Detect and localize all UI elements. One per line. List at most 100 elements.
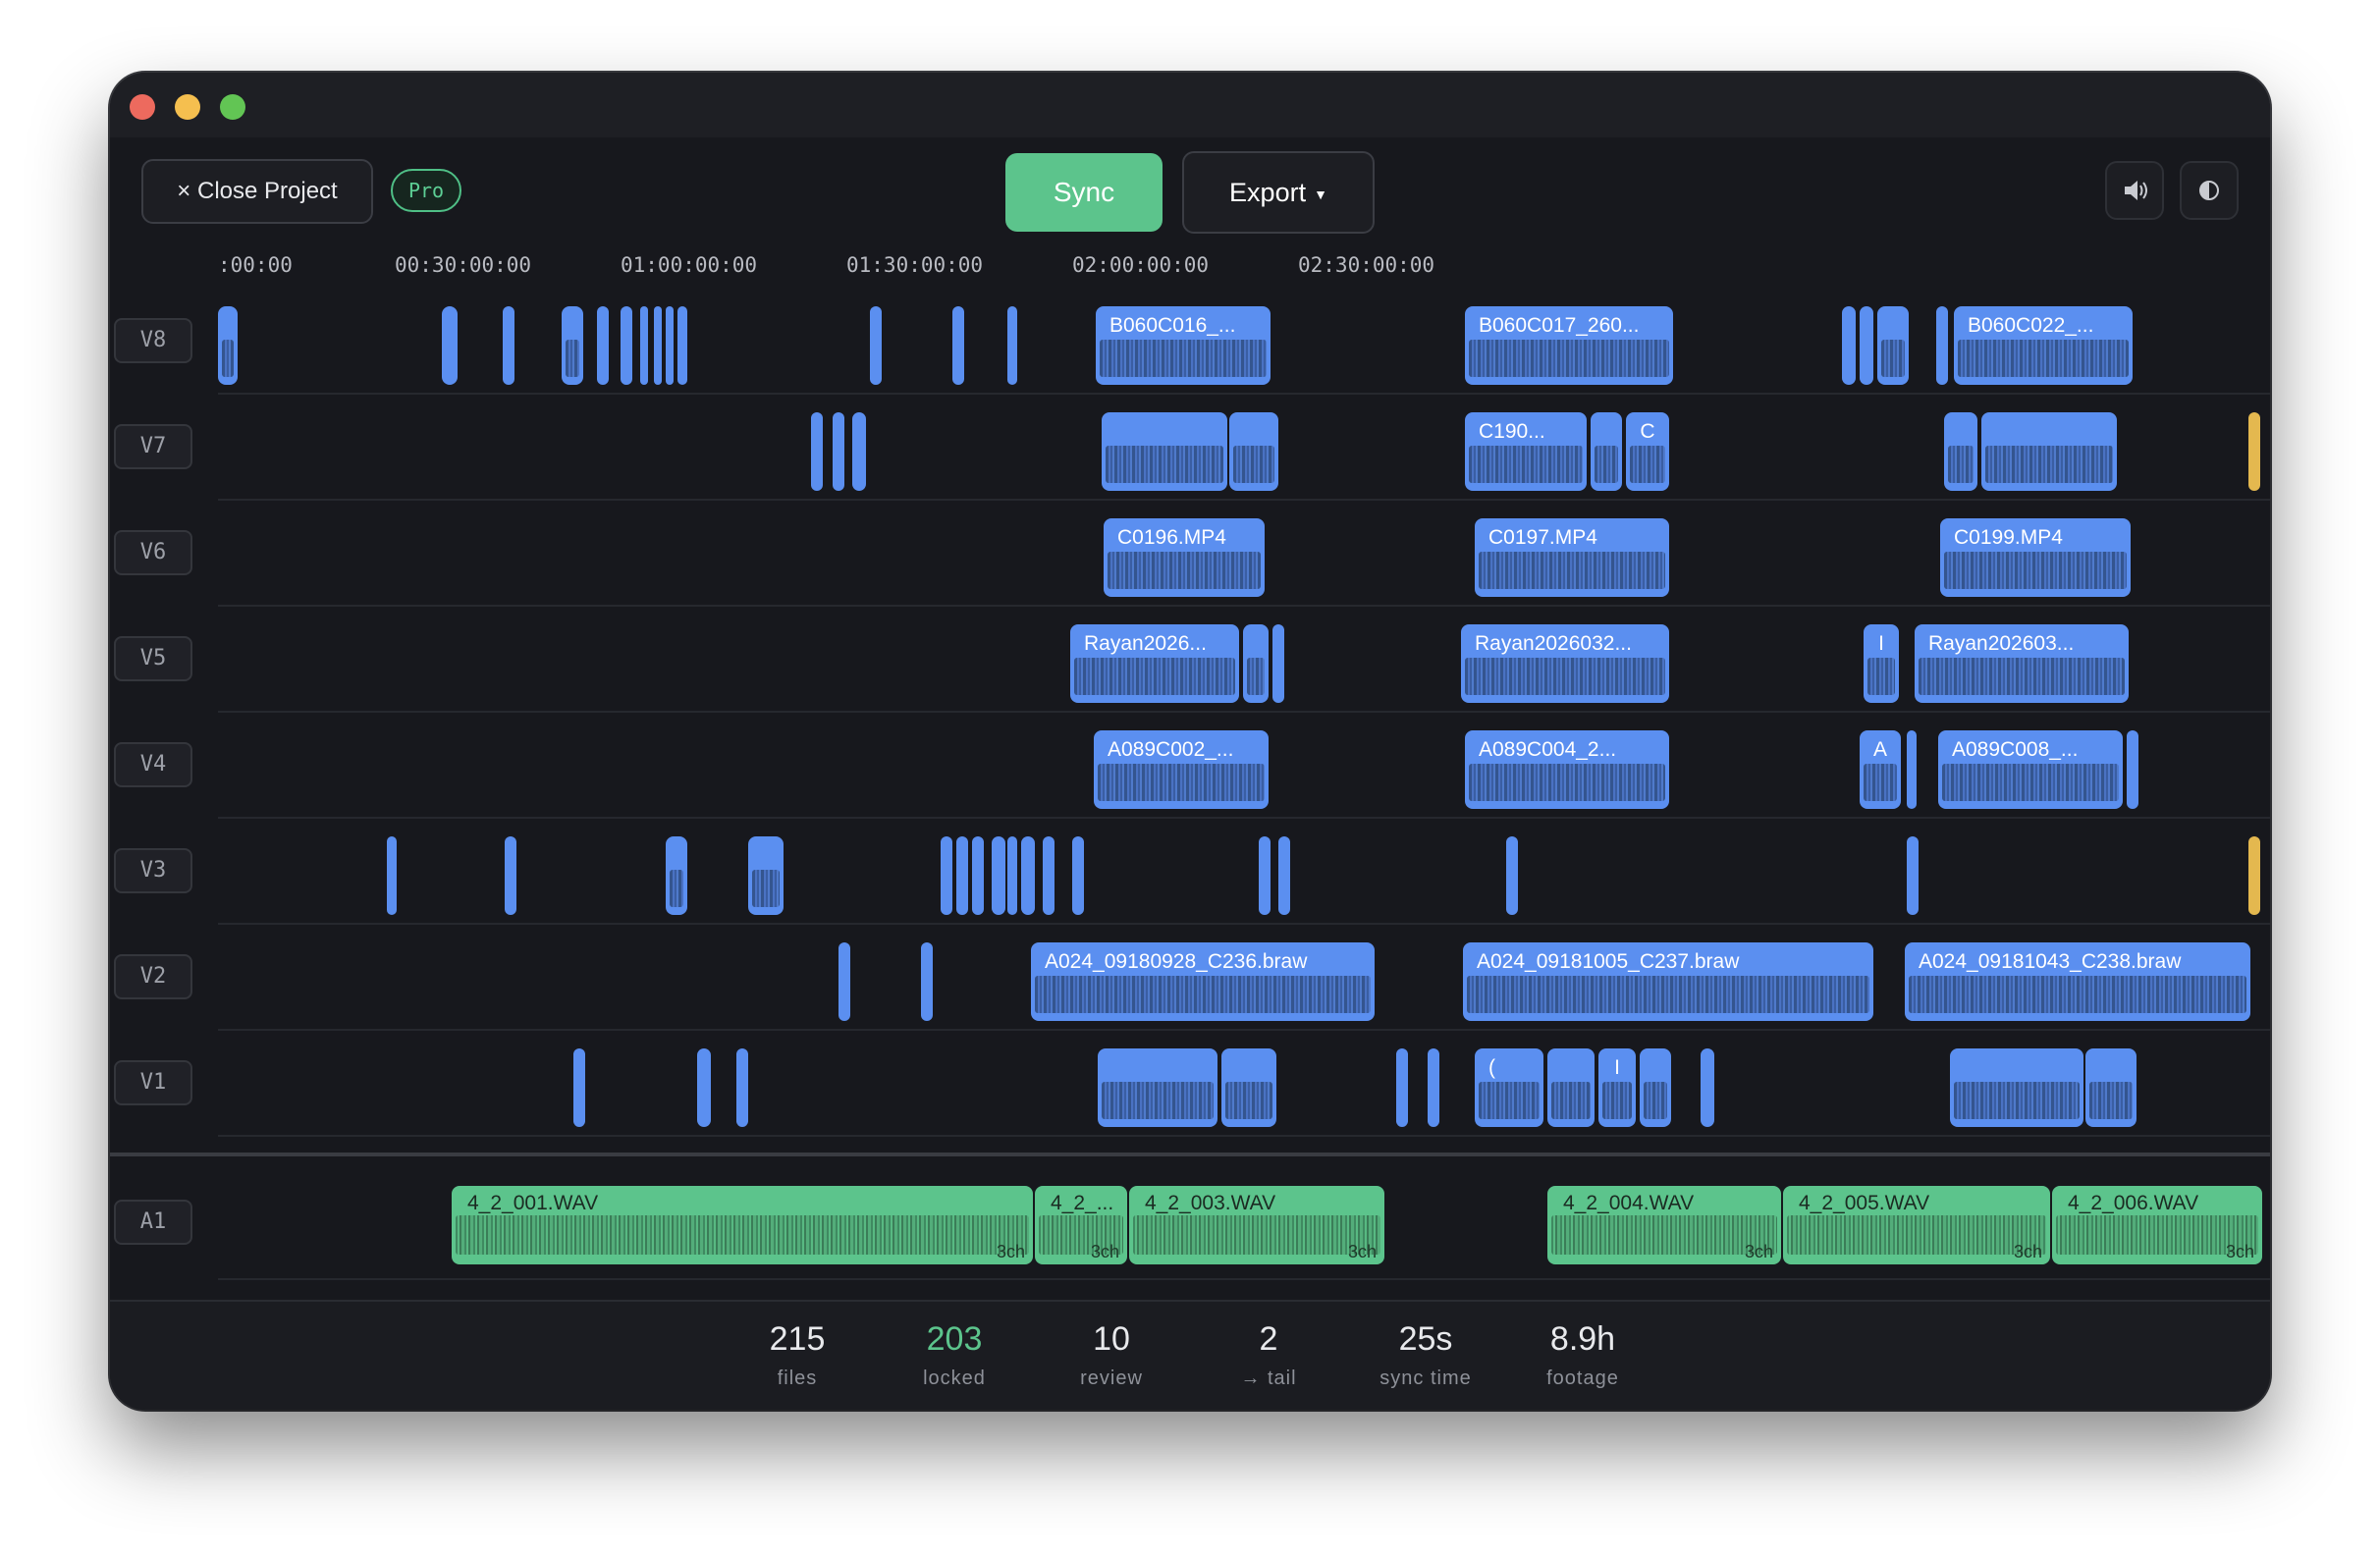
track-label[interactable]: V8 — [114, 318, 192, 363]
video-clip[interactable] — [1243, 624, 1269, 703]
audio-clip[interactable]: 4_2_004.WAV 3ch — [1547, 1186, 1781, 1264]
video-clip[interactable]: B060C017_260... — [1465, 306, 1673, 385]
audio-clip[interactable]: 4_2_005.WAV 3ch — [1783, 1186, 2050, 1264]
video-clip[interactable] — [1640, 1048, 1671, 1127]
video-clip[interactable]: A089C004_2... — [1465, 730, 1669, 809]
video-clip[interactable]: Rayan2026... — [1070, 624, 1239, 703]
video-clip[interactable] — [1547, 1048, 1595, 1127]
video-clip[interactable] — [503, 306, 514, 385]
video-clip[interactable] — [1259, 836, 1271, 915]
video-clip[interactable] — [1591, 412, 1622, 491]
audio-clip[interactable]: 4_2_006.WAV 3ch — [2052, 1186, 2262, 1264]
video-clip[interactable] — [677, 306, 687, 385]
video-clip[interactable] — [811, 412, 823, 491]
video-clip[interactable] — [573, 1048, 585, 1127]
track-label[interactable]: V4 — [114, 742, 192, 787]
video-clip[interactable]: B060C022_... — [1954, 306, 2133, 385]
video-clip[interactable] — [666, 306, 674, 385]
video-clip[interactable] — [748, 836, 784, 915]
video-clip[interactable] — [1860, 306, 1873, 385]
audio-clip[interactable]: 4_2_... 3ch — [1035, 1186, 1127, 1264]
video-clip[interactable] — [1102, 412, 1227, 491]
video-clip[interactable] — [1701, 1048, 1714, 1127]
video-clip[interactable] — [1428, 1048, 1439, 1127]
video-clip[interactable] — [1950, 1048, 2083, 1127]
track-label[interactable]: V6 — [114, 530, 192, 575]
video-clip[interactable] — [956, 836, 968, 915]
video-clip[interactable] — [921, 942, 933, 1021]
video-clip[interactable] — [1007, 836, 1017, 915]
video-clip[interactable] — [1936, 306, 1948, 385]
video-clip[interactable]: Rayan202603... — [1915, 624, 2129, 703]
video-clip[interactable] — [1278, 836, 1290, 915]
video-clip[interactable] — [1396, 1048, 1408, 1127]
video-clip[interactable] — [952, 306, 964, 385]
video-clip[interactable] — [992, 836, 1005, 915]
video-clip[interactable]: C190... — [1465, 412, 1587, 491]
track-label[interactable]: V2 — [114, 954, 192, 999]
video-clip[interactable] — [442, 306, 458, 385]
video-clip[interactable] — [654, 306, 662, 385]
video-clip[interactable]: ( — [1475, 1048, 1543, 1127]
video-clip[interactable] — [1221, 1048, 1276, 1127]
video-clip[interactable] — [597, 306, 609, 385]
close-project-button[interactable]: × Close Project — [141, 159, 373, 224]
minimize-window-button[interactable] — [175, 94, 200, 120]
video-clip[interactable] — [2248, 412, 2260, 491]
video-clip[interactable] — [2085, 1048, 2137, 1127]
timecode-ruler[interactable]: :00:00 00:30:00:00 01:00:00:00 01:30:00:00 0… — [218, 245, 2270, 285]
video-clip[interactable]: I — [1864, 624, 1899, 703]
video-clip[interactable]: C — [1626, 412, 1669, 491]
zoom-window-button[interactable] — [220, 94, 245, 120]
video-clip[interactable]: C0196.MP4 — [1104, 518, 1265, 597]
sync-button[interactable]: Sync — [1005, 153, 1163, 232]
video-clip[interactable] — [1098, 1048, 1217, 1127]
video-clip[interactable] — [1007, 306, 1017, 385]
video-clip[interactable]: C0199.MP4 — [1940, 518, 2131, 597]
video-clip[interactable]: A024_09180928_C236.braw — [1031, 942, 1375, 1021]
video-clip[interactable] — [1944, 412, 1977, 491]
video-clip[interactable] — [1981, 412, 2117, 491]
video-clip[interactable]: A089C002_... — [1094, 730, 1269, 809]
audio-clip[interactable]: 4_2_003.WAV 3ch — [1129, 1186, 1384, 1264]
audio-clip[interactable]: 4_2_001.WAV 3ch — [452, 1186, 1033, 1264]
video-clip[interactable] — [1907, 730, 1917, 809]
video-clip[interactable] — [870, 306, 882, 385]
video-clip[interactable] — [505, 836, 516, 915]
track-label[interactable]: V1 — [114, 1060, 192, 1105]
track-label[interactable]: A1 — [114, 1200, 192, 1245]
video-clip[interactable]: A — [1860, 730, 1901, 809]
video-clip[interactable] — [1907, 836, 1919, 915]
track-label[interactable]: V3 — [114, 848, 192, 893]
video-clip[interactable]: Rayan2026032... — [1461, 624, 1669, 703]
video-clip[interactable]: I — [1598, 1048, 1636, 1127]
volume-button[interactable] — [2105, 161, 2164, 220]
video-clip[interactable] — [621, 306, 632, 385]
video-clip[interactable] — [697, 1048, 711, 1127]
video-clip[interactable]: A024_09181005_C237.braw — [1463, 942, 1873, 1021]
video-clip[interactable] — [838, 942, 850, 1021]
track-label[interactable]: V5 — [114, 636, 192, 681]
theme-toggle-button[interactable] — [2180, 161, 2239, 220]
video-clip[interactable]: A024_09181043_C238.braw — [1905, 942, 2250, 1021]
close-window-button[interactable] — [130, 94, 155, 120]
video-clip[interactable] — [1842, 306, 1856, 385]
video-clip[interactable] — [1072, 836, 1084, 915]
video-clip[interactable] — [1877, 306, 1909, 385]
video-clip[interactable] — [852, 412, 866, 491]
video-clip[interactable] — [218, 306, 238, 385]
video-clip[interactable] — [833, 412, 844, 491]
video-clip[interactable] — [562, 306, 583, 385]
video-clip[interactable] — [1043, 836, 1055, 915]
video-clip[interactable] — [1021, 836, 1035, 915]
video-clip[interactable] — [640, 306, 648, 385]
video-clip[interactable]: C0197.MP4 — [1475, 518, 1669, 597]
video-clip[interactable] — [666, 836, 687, 915]
video-clip[interactable] — [1229, 412, 1278, 491]
video-clip[interactable] — [2127, 730, 2138, 809]
track-label[interactable]: V7 — [114, 424, 192, 469]
video-clip[interactable] — [387, 836, 397, 915]
video-clip[interactable] — [972, 836, 984, 915]
video-clip[interactable] — [2248, 836, 2260, 915]
video-clip[interactable] — [1272, 624, 1284, 703]
